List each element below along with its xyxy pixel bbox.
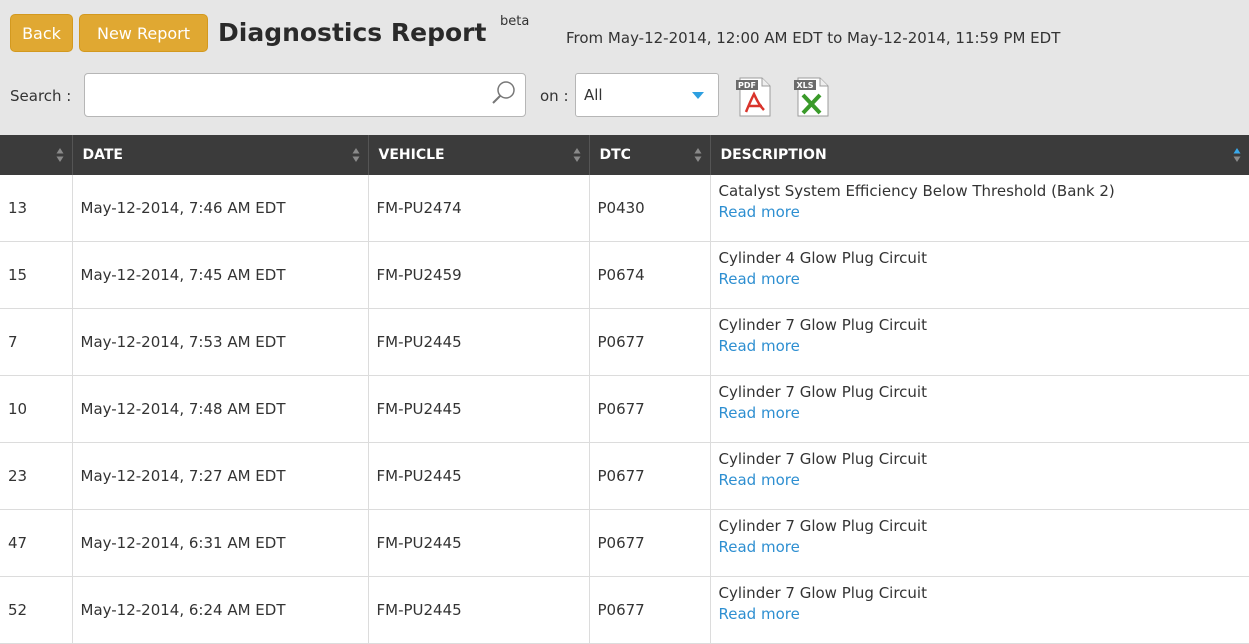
description-text: Cylinder 7 Glow Plug Circuit	[718, 316, 927, 334]
cell-id: 10	[0, 375, 73, 443]
column-header-dtc[interactable]: DTC	[589, 135, 711, 175]
cell-vehicle: FM-PU2445	[368, 509, 590, 577]
diagnostics-table: DATE VEHICLE DTC DESCRIPTION 13 May-12-2…	[0, 135, 1249, 644]
sort-icon	[56, 148, 63, 162]
search-input[interactable]	[93, 74, 487, 116]
cell-date: May-12-2014, 7:46 AM EDT	[72, 175, 369, 242]
sort-asc-icon	[1233, 148, 1240, 162]
pdf-export-icon[interactable]: PDF	[734, 74, 774, 118]
page-title: Diagnostics Report	[218, 18, 487, 47]
read-more-link[interactable]: Read more	[719, 469, 1249, 491]
cell-id: 15	[0, 241, 73, 309]
cell-dtc: P0677	[589, 308, 711, 376]
filter-select-value: All	[584, 86, 603, 104]
description-text: Cylinder 7 Glow Plug Circuit	[718, 517, 927, 535]
cell-date: May-12-2014, 7:48 AM EDT	[72, 375, 369, 443]
table-row: 47 May-12-2014, 6:31 AM EDT FM-PU2445 P0…	[0, 509, 1249, 577]
column-header-date[interactable]: DATE	[72, 135, 369, 175]
table-row: 13 May-12-2014, 7:46 AM EDT FM-PU2474 P0…	[0, 175, 1249, 242]
chevron-down-icon	[692, 92, 704, 99]
cell-dtc: P0677	[589, 576, 711, 644]
table-row: 10 May-12-2014, 7:48 AM EDT FM-PU2445 P0…	[0, 375, 1249, 443]
cell-dtc: P0677	[589, 375, 711, 443]
svg-text:XLS: XLS	[796, 81, 813, 90]
column-header-vehicle[interactable]: VEHICLE	[368, 135, 590, 175]
toolbar: Back New Report Diagnostics Report beta …	[0, 0, 1249, 135]
sort-icon	[694, 148, 701, 162]
search-icon[interactable]	[491, 80, 517, 106]
description-text: Catalyst System Efficiency Below Thresho…	[718, 182, 1115, 200]
beta-badge: beta	[500, 14, 530, 29]
cell-vehicle: FM-PU2445	[368, 576, 590, 644]
cell-id: 23	[0, 442, 73, 510]
read-more-link[interactable]: Read more	[719, 201, 1249, 223]
description-text: Cylinder 7 Glow Plug Circuit	[718, 450, 927, 468]
description-text: Cylinder 7 Glow Plug Circuit	[718, 383, 927, 401]
read-more-link[interactable]: Read more	[719, 335, 1249, 357]
cell-description: Cylinder 7 Glow Plug Circuit Read more	[710, 375, 1249, 443]
svg-text:PDF: PDF	[738, 81, 756, 90]
cell-id: 7	[0, 308, 73, 376]
cell-vehicle: FM-PU2459	[368, 241, 590, 309]
xls-export-icon[interactable]: XLS	[792, 74, 832, 118]
column-header-description[interactable]: DESCRIPTION	[710, 135, 1249, 175]
sort-icon	[352, 148, 359, 162]
cell-description: Cylinder 4 Glow Plug Circuit Read more	[710, 241, 1249, 309]
description-text: Cylinder 7 Glow Plug Circuit	[718, 584, 927, 602]
table-row: 23 May-12-2014, 7:27 AM EDT FM-PU2445 P0…	[0, 442, 1249, 510]
cell-date: May-12-2014, 7:27 AM EDT	[72, 442, 369, 510]
table-row: 52 May-12-2014, 6:24 AM EDT FM-PU2445 P0…	[0, 576, 1249, 644]
cell-vehicle: FM-PU2445	[368, 375, 590, 443]
cell-date: May-12-2014, 7:53 AM EDT	[72, 308, 369, 376]
column-header-id[interactable]	[0, 135, 73, 175]
table-header-row: DATE VEHICLE DTC DESCRIPTION	[0, 135, 1249, 175]
search-label: Search :	[10, 87, 72, 105]
table-row: 7 May-12-2014, 7:53 AM EDT FM-PU2445 P06…	[0, 308, 1249, 376]
read-more-link[interactable]: Read more	[719, 402, 1249, 424]
search-field[interactable]	[84, 73, 526, 117]
cell-date: May-12-2014, 6:24 AM EDT	[72, 576, 369, 644]
cell-dtc: P0677	[589, 442, 711, 510]
cell-description: Cylinder 7 Glow Plug Circuit Read more	[710, 442, 1249, 510]
cell-description: Cylinder 7 Glow Plug Circuit Read more	[710, 509, 1249, 577]
cell-description: Catalyst System Efficiency Below Thresho…	[710, 175, 1249, 242]
cell-description: Cylinder 7 Glow Plug Circuit Read more	[710, 576, 1249, 644]
cell-description: Cylinder 7 Glow Plug Circuit Read more	[710, 308, 1249, 376]
date-range: From May-12-2014, 12:00 AM EDT to May-12…	[566, 29, 1061, 47]
cell-id: 52	[0, 576, 73, 644]
cell-id: 13	[0, 175, 73, 242]
cell-dtc: P0677	[589, 509, 711, 577]
filter-select[interactable]: All	[575, 73, 719, 117]
sort-icon	[573, 148, 580, 162]
description-text: Cylinder 4 Glow Plug Circuit	[718, 249, 927, 267]
cell-vehicle: FM-PU2445	[368, 442, 590, 510]
cell-dtc: P0674	[589, 241, 711, 309]
read-more-link[interactable]: Read more	[719, 603, 1249, 625]
cell-id: 47	[0, 509, 73, 577]
read-more-link[interactable]: Read more	[719, 536, 1249, 558]
cell-date: May-12-2014, 7:45 AM EDT	[72, 241, 369, 309]
back-button[interactable]: Back	[10, 14, 73, 52]
table-row: 15 May-12-2014, 7:45 AM EDT FM-PU2459 P0…	[0, 241, 1249, 309]
cell-vehicle: FM-PU2474	[368, 175, 590, 242]
new-report-button[interactable]: New Report	[79, 14, 208, 52]
cell-dtc: P0430	[589, 175, 711, 242]
filter-label: on :	[540, 87, 569, 105]
cell-date: May-12-2014, 6:31 AM EDT	[72, 509, 369, 577]
cell-vehicle: FM-PU2445	[368, 308, 590, 376]
read-more-link[interactable]: Read more	[719, 268, 1249, 290]
